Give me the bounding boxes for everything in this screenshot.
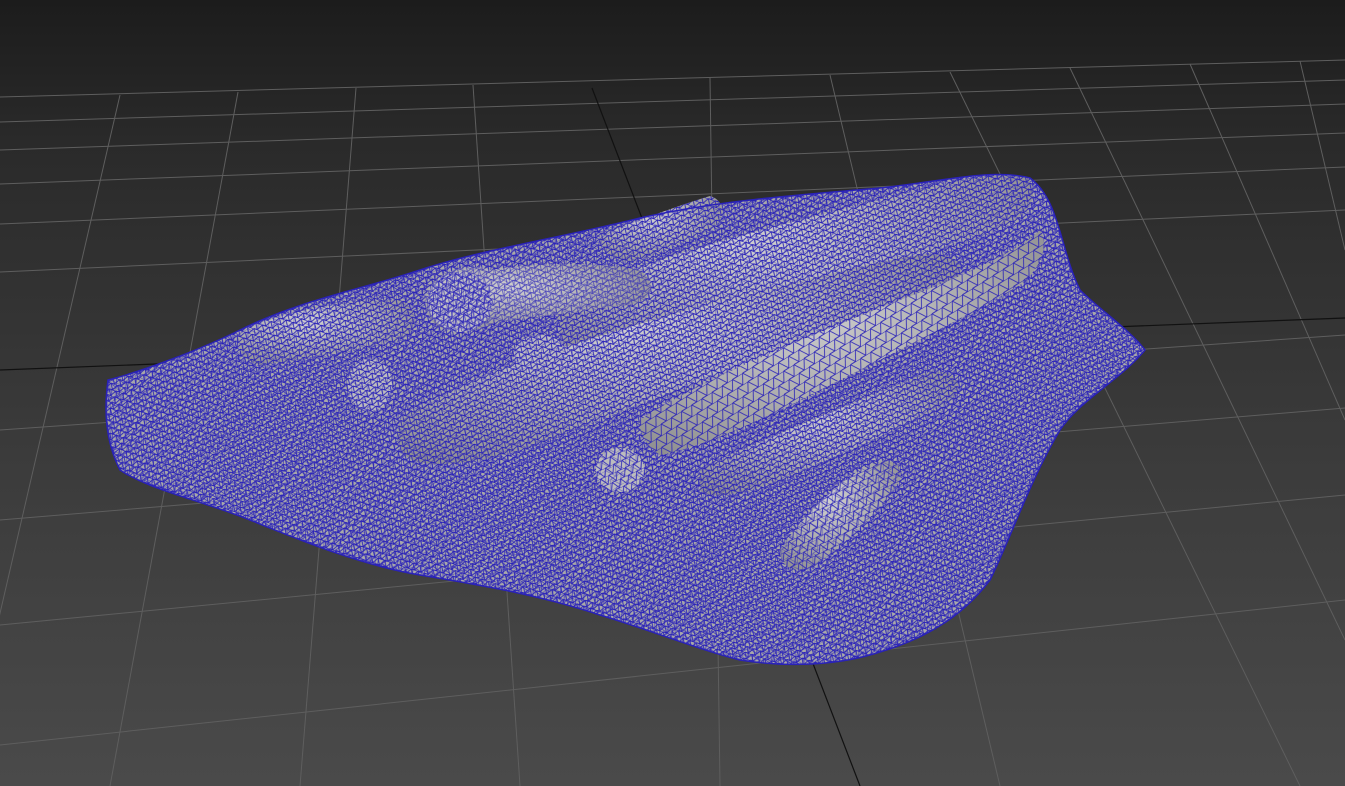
mesh-wire-overlay bbox=[105, 174, 1145, 665]
3d-viewport[interactable] bbox=[0, 0, 1345, 786]
log-pile-mesh[interactable] bbox=[105, 173, 1146, 666]
